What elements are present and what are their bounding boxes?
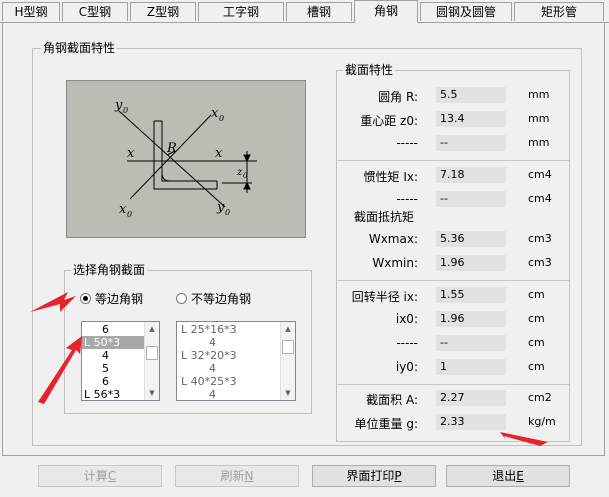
arrow-to-radio-icon (30, 292, 76, 312)
arrow-to-list-icon (38, 336, 82, 404)
annotation-overlay (30, 292, 548, 446)
tab-angle-steel[interactable]: 角钢 (354, 0, 418, 23)
arrow-to-weight-icon (500, 432, 548, 446)
